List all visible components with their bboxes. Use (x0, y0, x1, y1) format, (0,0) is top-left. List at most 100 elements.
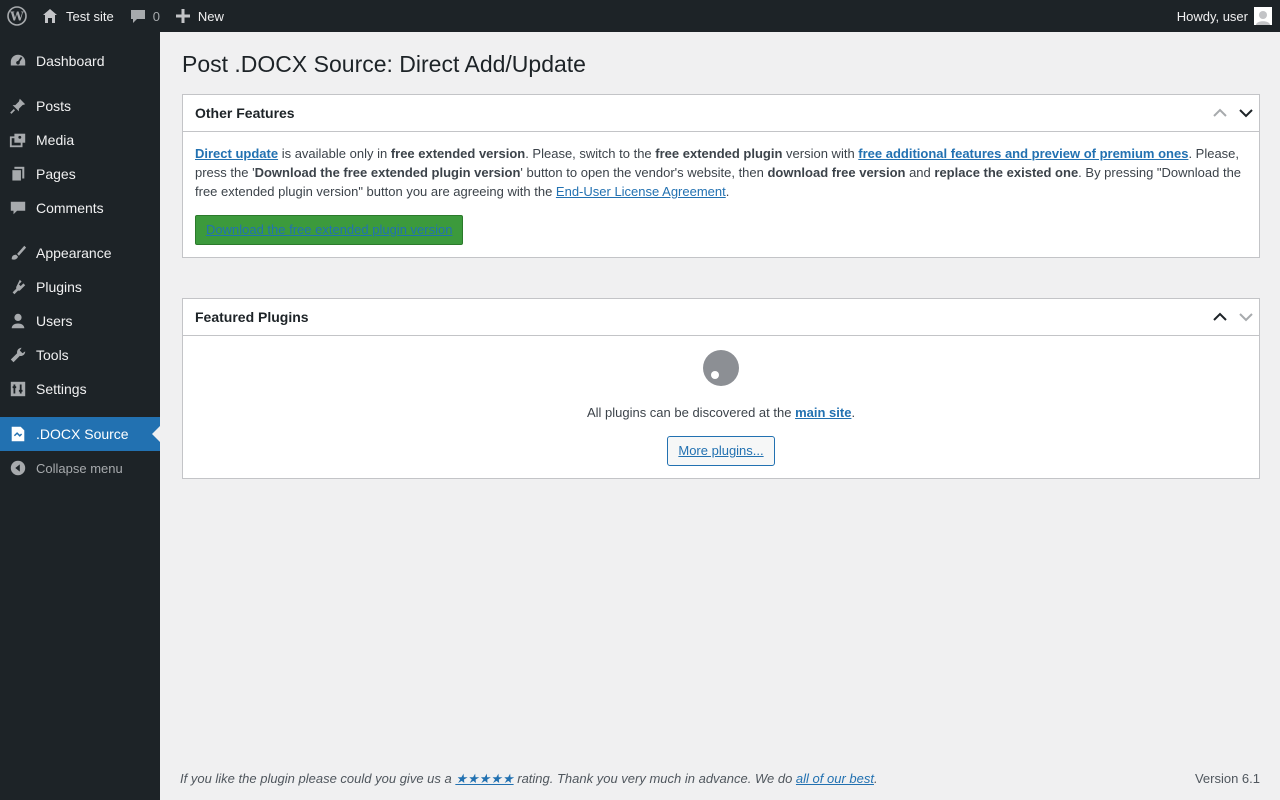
admin-sidebar: Dashboard Posts Media Pages Comments App… (0, 32, 160, 800)
dashboard-icon (0, 52, 36, 70)
sidebar-item-label: Media (36, 132, 75, 148)
featured-plugins-header: Featured Plugins (183, 299, 1259, 336)
text-segment: and (905, 165, 935, 180)
other-features-content: Direct update is available only in free … (183, 132, 1259, 257)
sidebar-item-appearance[interactable]: Appearance (0, 236, 160, 270)
home-icon (43, 9, 57, 23)
text-segment: . Please, switch to the (525, 146, 656, 161)
site-name: Test site (66, 8, 114, 24)
docx-icon (0, 425, 36, 443)
featured-plugins-box: Featured Plugins All plugins can be disc… (182, 298, 1260, 479)
footer-version: Version 6.1 (1194, 771, 1260, 786)
loading-spinner-icon (703, 350, 739, 386)
main-content: Post .DOCX Source: Direct Add/Update Oth… (160, 32, 1280, 800)
sidebar-item-media[interactable]: Media (0, 123, 160, 157)
sidebar-item-label: Pages (36, 166, 76, 182)
featured-plugins-title: Featured Plugins (195, 309, 309, 325)
sidebar-item-pages[interactable]: Pages (0, 157, 160, 191)
media-icon (0, 131, 36, 149)
comment-icon (0, 199, 36, 217)
sidebar-item-label: Plugins (36, 279, 82, 295)
comments-link[interactable]: 0 (122, 0, 168, 32)
sidebar-item-tools[interactable]: Tools (0, 338, 160, 372)
wordpress-logo-icon[interactable]: W (0, 0, 34, 32)
collapse-menu-label: Collapse menu (36, 460, 123, 476)
bold-text: replace the existed one (934, 165, 1079, 180)
sidebar-item-plugins[interactable]: Plugins (0, 270, 160, 304)
collapse-arrow-icon (0, 459, 36, 477)
sidebar-item-label: Appearance (36, 245, 112, 261)
move-up-button[interactable] (1207, 95, 1233, 131)
move-up-button[interactable] (1207, 299, 1233, 335)
user-icon (0, 312, 36, 330)
features-link[interactable]: free additional features and preview of … (858, 146, 1188, 161)
footer: If you like the plugin please could you … (180, 771, 1260, 787)
sidebar-item-settings[interactable]: Settings (0, 372, 160, 406)
brush-icon (0, 244, 36, 262)
move-down-button[interactable] (1233, 299, 1259, 335)
new-label: New (197, 8, 224, 24)
admin-bar: W Test site 0 New Howdy, user (0, 0, 1280, 32)
bold-text: free extended plugin (655, 146, 783, 161)
all-of-our-best-link[interactable]: all of our best (796, 771, 874, 786)
pin-icon (0, 97, 36, 115)
text-segment: rating. Thank you very much in advance. … (513, 771, 796, 786)
main-site-link[interactable]: main site (795, 405, 851, 420)
download-extended-button[interactable]: Download the free extended plugin versio… (195, 215, 464, 245)
bold-text: download free version (767, 165, 906, 180)
plugin-icon (0, 278, 36, 296)
howdy-text: Howdy, user (1176, 8, 1248, 24)
bold-text: Download the free extended plugin versio… (254, 165, 521, 180)
site-name-link[interactable]: Test site (34, 0, 122, 32)
toggle-panel-button[interactable] (1233, 95, 1259, 131)
sidebar-item-label: Dashboard (36, 53, 105, 69)
chevron-up-icon (1213, 312, 1227, 321)
sidebar-item-docx-source[interactable]: .DOCX Source (0, 417, 160, 451)
sidebar-item-posts[interactable]: Posts (0, 89, 160, 123)
avatar-silhouette-icon (1256, 11, 1270, 25)
sidebar-item-dashboard[interactable]: Dashboard (0, 44, 160, 78)
other-features-box: Other Features Direct update is availabl… (182, 94, 1260, 258)
wrench-icon (0, 346, 36, 364)
page-title: Post .DOCX Source: Direct Add/Update (182, 51, 586, 77)
other-features-title: Other Features (195, 105, 295, 121)
avatar (1254, 7, 1272, 25)
chevron-down-icon (1239, 313, 1253, 322)
text-segment: . (725, 184, 730, 199)
other-features-header: Other Features (183, 95, 1259, 132)
settings-icon (0, 380, 36, 398)
text-segment: . (851, 405, 856, 420)
sidebar-item-label: Tools (36, 347, 69, 363)
sidebar-item-comments[interactable]: Comments (0, 191, 160, 225)
new-content-link[interactable]: New (168, 0, 232, 32)
direct-update-link[interactable]: Direct update (195, 146, 278, 161)
bold-text: free extended version (390, 146, 526, 161)
chevron-down-icon (1239, 109, 1253, 118)
comments-count: 0 (152, 8, 160, 24)
featured-plugins-content: All plugins can be discovered at the mai… (183, 336, 1259, 478)
discover-text: All plugins can be discovered at the mai… (195, 403, 1247, 422)
pages-icon (0, 165, 36, 183)
chevron-up-icon (1213, 108, 1227, 117)
collapse-menu-button[interactable]: Collapse menu (0, 451, 160, 485)
my-account-link[interactable]: Howdy, user (1177, 0, 1280, 32)
text-segment: . (873, 771, 878, 786)
svg-text:W: W (9, 10, 24, 24)
text-segment: is available only in (278, 146, 391, 161)
other-features-text: Direct update is available only in free … (195, 144, 1247, 201)
sidebar-item-label: Posts (36, 98, 72, 114)
text-segment: ' button to open the vendor's website, t… (520, 165, 768, 180)
more-plugins-button[interactable]: More plugins... (667, 436, 775, 466)
sidebar-item-users[interactable]: Users (0, 304, 160, 338)
sidebar-item-label: .DOCX Source (36, 426, 129, 442)
text-segment: version with (782, 146, 859, 161)
text-segment: If you like the plugin please could you … (180, 771, 456, 786)
sidebar-item-label: Comments (36, 200, 104, 216)
eula-link[interactable]: End-User License Agreement (556, 184, 726, 199)
comment-bubble-icon (130, 10, 145, 23)
sidebar-item-label: Users (36, 313, 73, 329)
rating-stars-link[interactable]: ★★★★★ (455, 771, 513, 786)
footer-rating-text: If you like the plugin please could you … (180, 771, 878, 787)
sidebar-item-label: Settings (36, 381, 87, 397)
text-segment: All plugins can be discovered at the (586, 405, 796, 420)
